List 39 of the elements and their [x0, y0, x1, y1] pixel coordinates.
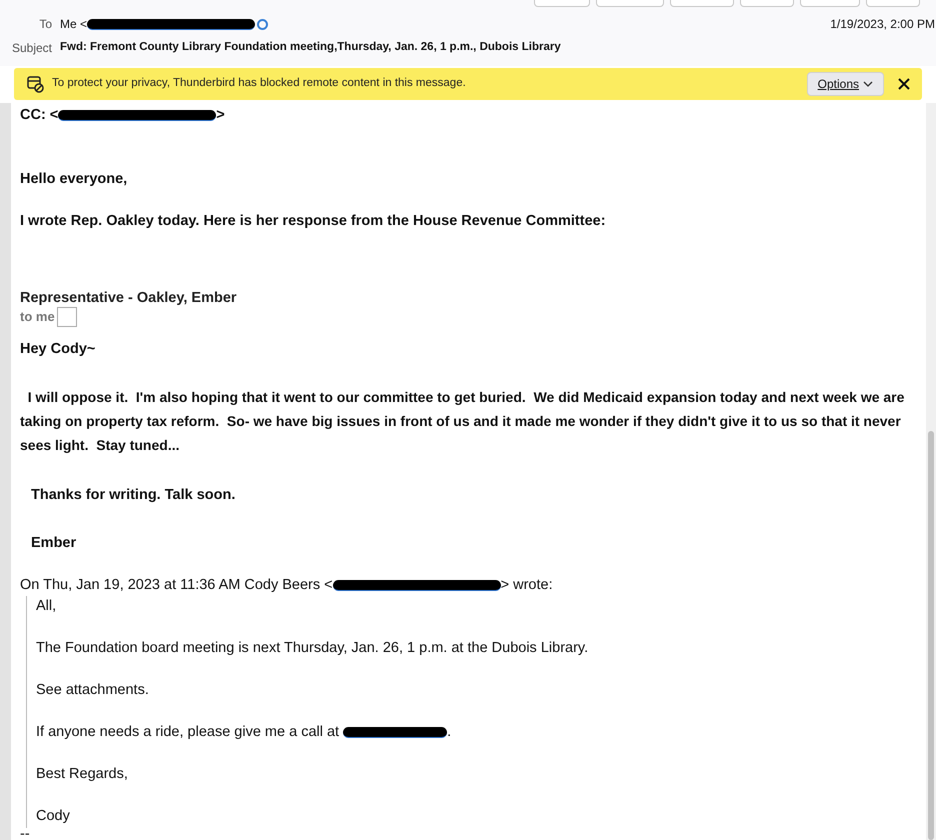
toolbar-button[interactable] — [866, 0, 920, 7]
close-icon[interactable] — [898, 78, 910, 90]
message-text: Hello everyone, — [20, 170, 128, 189]
scrollbar-thumb[interactable] — [928, 431, 934, 840]
message-paragraph: I will oppose it. I'm also hoping that it went to our committee to get buried. We did Medicaid expansion today and next week we are taking on property tax reform. So- we have big issues in front of us and it made me wonder if they didn't give it to us so that it never sees light. Stay tuned... — [20, 388, 906, 455]
field-label: Subject — [10, 40, 53, 57]
blocked-content-icon — [26, 75, 44, 93]
cc-label: CC: < — [20, 106, 58, 125]
signature-separator: -- — [20, 828, 31, 840]
toolbar-button[interactable] — [670, 0, 734, 7]
chevron-icon — [863, 81, 873, 87]
quoted-text: Best Regards, — [36, 765, 129, 784]
toolbar-button[interactable] — [596, 0, 664, 7]
field-label: To — [38, 16, 53, 33]
contact-icon — [257, 18, 268, 30]
quoted-text: All, — [36, 597, 58, 616]
quoted-text: . — [447, 723, 452, 742]
recipient-name: Me < — [60, 16, 88, 33]
toolbar-button[interactable] — [800, 0, 860, 7]
quoted-text: Cody — [36, 807, 71, 826]
message-date: 1/19/2023, 2:00 PM — [830, 16, 936, 33]
attribution-text: > wrote: — [500, 576, 553, 595]
message-text: Thanks for writing. Talk soon. — [30, 486, 236, 505]
notification-text: To protect your privacy, Thunderbird has blocked remote content in this message. — [52, 76, 466, 92]
toolbar-button[interactable] — [740, 0, 794, 7]
attribution-text: On Thu, Jan 19, 2023 at 11:36 AM Cody Beers < — [20, 576, 333, 595]
quoted-text: The Foundation board meeting is next Thursday, Jan. 26, 1 p.m. at the Dubois Library. — [36, 639, 590, 658]
message-text: Hey Cody~ — [20, 340, 96, 359]
message-text: Ember — [30, 534, 78, 553]
image-placeholder-box — [56, 307, 77, 327]
quoted-text: If anyone needs a ride, please give me a call at — [36, 723, 340, 742]
sender-name: Representative - Oakley, Ember — [20, 289, 238, 307]
cc-bracket: > — [216, 106, 225, 125]
toolbar-button[interactable] — [534, 0, 590, 7]
subject-text: Fwd: Fremont County Library Foundation meeting,Thursday, Jan. 26, 1 p.m., Dubois Library — [60, 40, 561, 56]
message-text: I wrote Rep. Oakley today. Here is her response from the House Revenue Committee: — [20, 212, 607, 231]
quoted-text: See attachments. — [36, 681, 150, 700]
recipient-text: to me — [20, 309, 55, 325]
options-button[interactable]: Options — [806, 72, 884, 96]
